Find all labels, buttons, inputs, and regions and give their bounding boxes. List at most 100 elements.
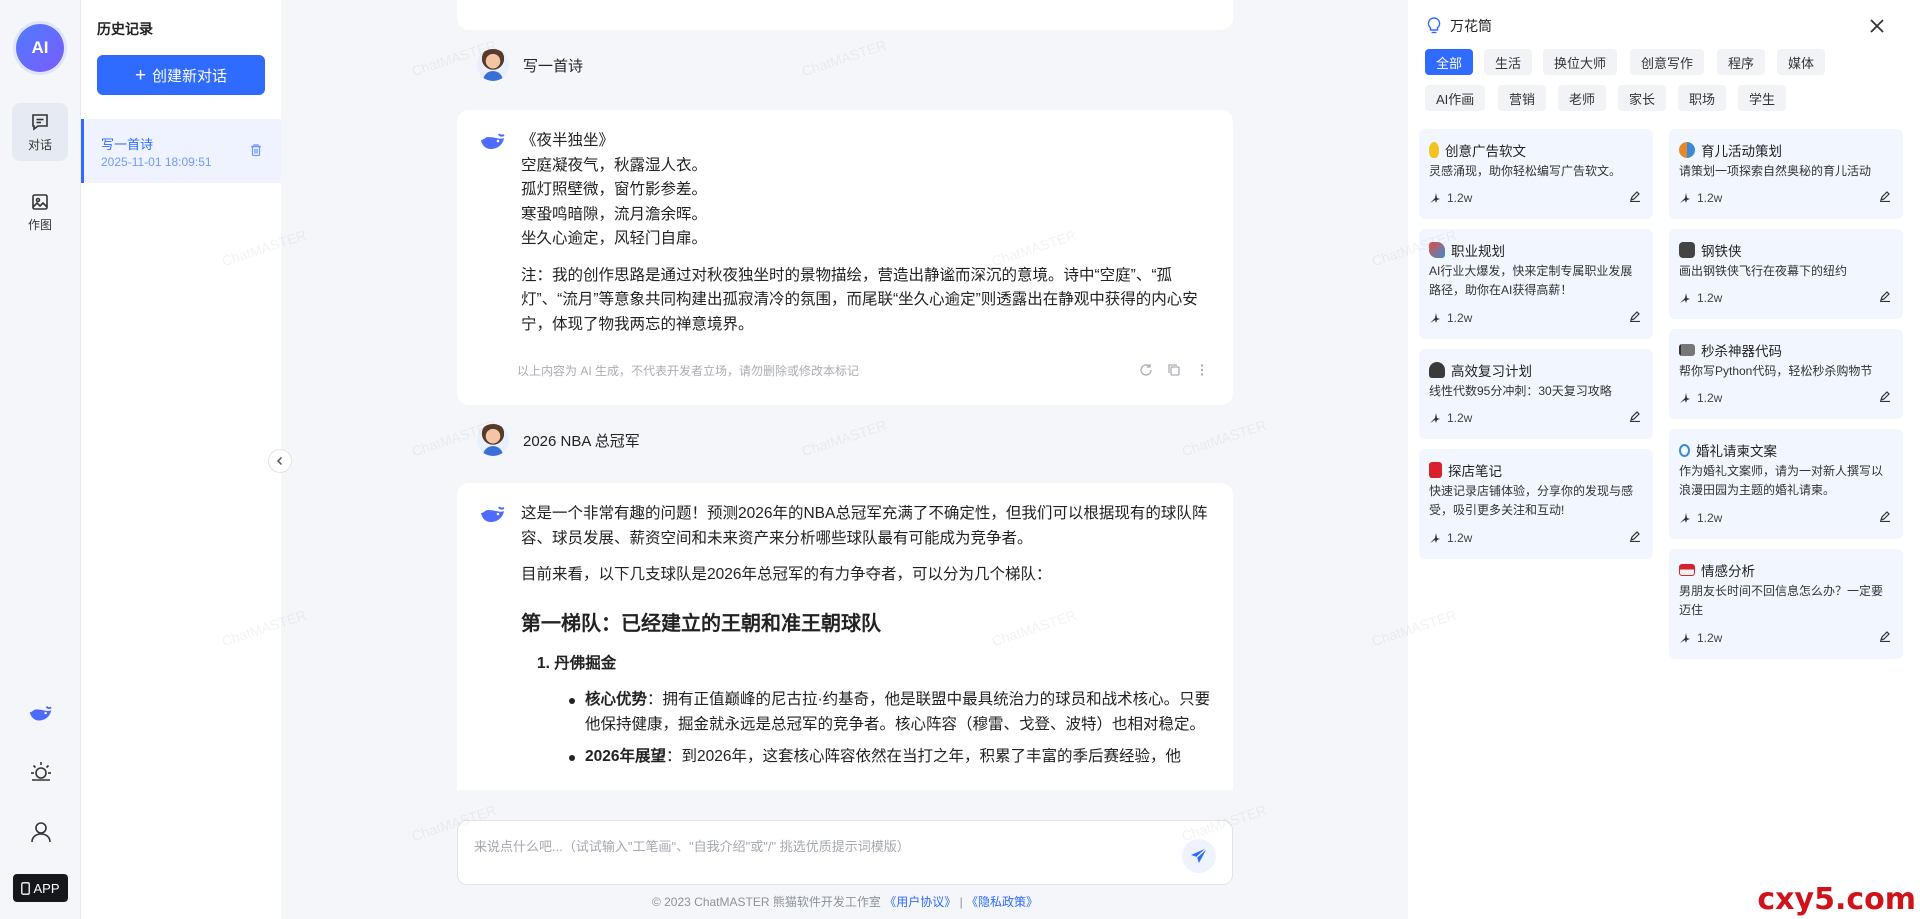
- spark-icon: [1680, 392, 1690, 403]
- prompt-card[interactable]: 高效复习计划 线性代数95分冲刺：30天复习攻略 1.2w: [1419, 349, 1653, 439]
- chat-messages: 写一首诗 《夜半独坐》 空庭凝夜气，秋露湿人衣。 孤灯照壁微，窗竹影参差。 寒蛩…: [457, 0, 1233, 790]
- book-icon: [1429, 462, 1442, 478]
- edit-icon[interactable]: [1879, 510, 1891, 523]
- prompt-card[interactable]: 情感分析 男朋友长时间不回信息怎么办？一定要迈住 1.2w: [1669, 549, 1903, 659]
- bot-message-body: 《夜半独坐》 空庭凝夜气，秋露湿人衣。 孤灯照壁微，窗竹影参差。 寒蛩鸣暗隙，流…: [521, 129, 1213, 349]
- tag-student[interactable]: 学生: [1738, 85, 1787, 111]
- prompt-card[interactable]: 秒杀神器代码 帮你写Python代码，轻松秒杀购物节 1.2w: [1669, 329, 1903, 419]
- bullet-item: 2026年展望：到2026年，这套核心阵容依然在当打之年，积累了丰富的季后赛经验…: [569, 745, 1213, 770]
- chat-input-box: [457, 820, 1233, 885]
- bot-message-body: 这是一个非常有趣的问题！预测2026年的NBA总冠军充满了不确定性，但我们可以根…: [521, 502, 1213, 778]
- bullet-item: 核心优势：拥有正值巅峰的尼古拉·约基奇，他是联盟中最具统治力的球员和战术核心。只…: [569, 688, 1213, 737]
- app-label: APP: [33, 880, 60, 896]
- user-message-text: 写一首诗: [523, 57, 584, 75]
- prompt-card-desc: 帮你写Python代码，轻松秒杀购物节: [1679, 364, 1873, 378]
- history-item[interactable]: 写一首诗 2025-11-01 18:09:51: [81, 119, 281, 183]
- nav-draw[interactable]: 作图: [12, 183, 68, 241]
- poem: 《夜半独坐》 空庭凝夜气，秋露湿人衣。 孤灯照壁微，窗竹影参差。 寒蛩鸣暗隙，流…: [521, 129, 1213, 252]
- answer-intro: 这是一个非常有趣的问题！预测2026年的NBA总冠军充满了不确定性，但我们可以根…: [521, 505, 1208, 547]
- user-message-text: 2026 NBA 总冠军: [523, 432, 640, 450]
- plus-icon: +: [134, 64, 147, 86]
- tag-workplace[interactable]: 职场: [1678, 85, 1727, 111]
- edit-icon[interactable]: [1879, 390, 1891, 403]
- nav-draw-label: 作图: [27, 217, 52, 232]
- prompt-card[interactable]: 职业规划 AI行业大爆发，快来定制专属职业发展路径，助你在AI获得高薪！ 1.2…: [1419, 229, 1653, 339]
- send-button[interactable]: [1182, 839, 1216, 873]
- chevron-left-icon: [276, 456, 283, 466]
- prompt-card[interactable]: 婚礼请柬文案 作为婚礼文案师，请为一对新人撰写以浪漫田园为主题的婚礼请柬。 1.…: [1669, 429, 1903, 539]
- ring-icon: [1679, 443, 1690, 457]
- bulb-icon: [1427, 17, 1441, 34]
- panel-title: 万花筒: [1450, 18, 1492, 34]
- spark-icon: [1680, 512, 1690, 523]
- tag-program[interactable]: 程序: [1717, 49, 1766, 75]
- prompt-card-desc: 男朋友长时间不回信息怎么办？一定要迈住: [1679, 584, 1884, 617]
- use-count: 1.2w: [1697, 290, 1723, 305]
- edit-icon[interactable]: [1879, 190, 1891, 203]
- user-button[interactable]: [24, 815, 58, 849]
- edit-icon[interactable]: [1879, 630, 1891, 643]
- prompt-card[interactable]: 创意广告软文 灵感涌现，助你轻松编写广告软文。 1.2w: [1419, 129, 1653, 219]
- edit-icon[interactable]: [1629, 410, 1641, 423]
- prompt-card-desc: 请策划一项探索自然奥秘的育儿活动: [1679, 164, 1872, 178]
- prompt-card-desc: 灵感涌现，助你轻松编写广告软文。: [1429, 164, 1622, 178]
- collapse-history-button[interactable]: [268, 449, 292, 473]
- poem-line: 孤灯照壁微，窗竹影参差。: [521, 181, 708, 198]
- theme-toggle[interactable]: [24, 755, 58, 789]
- prompt-card-title: 职业规划: [1451, 244, 1505, 259]
- rocket-icon: [1429, 242, 1445, 258]
- poem-note: 注：我的创作思路是通过对秋夜独坐时的景物描绘，营造出静谧而深沉的意境。诗中“空庭…: [521, 266, 1198, 333]
- more-icon[interactable]: [1195, 363, 1209, 377]
- previous-message-card: [457, 0, 1233, 30]
- spark-icon: [1680, 632, 1690, 643]
- copy-icon[interactable]: [1167, 363, 1181, 377]
- edit-icon[interactable]: [1629, 310, 1641, 323]
- tag-ai-drawing[interactable]: AI作画: [1425, 85, 1486, 111]
- prompt-card[interactable]: 探店笔记 快速记录店铺体验，分享你的发现与感受，吸引更多关注和互动! 1.2w: [1419, 449, 1653, 559]
- refresh-icon[interactable]: [1139, 363, 1153, 377]
- privacy-link[interactable]: 《隐私政策》: [966, 895, 1038, 909]
- chat-icon: [32, 113, 48, 131]
- tag-role-master[interactable]: 换位大师: [1543, 49, 1618, 75]
- prompt-card[interactable]: 育儿活动策划 请策划一项探索自然奥秘的育儿活动 1.2w: [1669, 129, 1903, 219]
- use-count: 1.2w: [1697, 390, 1723, 405]
- tag-marketing[interactable]: 营销: [1498, 85, 1547, 111]
- chat-input[interactable]: [474, 835, 1154, 857]
- edit-icon[interactable]: [1629, 190, 1641, 203]
- prompt-card-title: 情感分析: [1701, 564, 1755, 579]
- use-count: 1.2w: [1447, 530, 1473, 545]
- prompt-card[interactable]: 钢铁侠 画出钢铁侠飞行在夜幕下的纽约 1.2w: [1669, 229, 1903, 319]
- trash-icon[interactable]: [249, 143, 263, 157]
- team-title: 1. 丹佛掘金: [537, 654, 617, 672]
- tag-parent[interactable]: 家长: [1618, 85, 1667, 111]
- image-icon: [32, 193, 48, 210]
- tier-heading: 第一梯队：已经建立的王朝和准王朝球队: [521, 612, 881, 635]
- app-download-button[interactable]: APP: [13, 874, 68, 902]
- spark-icon: [1430, 192, 1440, 203]
- nav-chat-label: 对话: [27, 137, 52, 152]
- nav-chat[interactable]: 对话: [12, 103, 68, 161]
- edit-icon[interactable]: [1879, 290, 1891, 303]
- bot-message: 《夜半独坐》 空庭凝夜气，秋露湿人衣。 孤灯照壁微，窗竹影参差。 寒蛩鸣暗隙，流…: [457, 110, 1233, 405]
- close-icon[interactable]: [1868, 17, 1886, 35]
- use-count: 1.2w: [1447, 190, 1473, 205]
- spark-icon: [1430, 412, 1440, 423]
- bot-message: 这是一个非常有趣的问题！预测2026年的NBA总冠军充满了不确定性，但我们可以根…: [457, 483, 1233, 790]
- new-chat-button[interactable]: + 创建新对话: [97, 55, 265, 95]
- tag-teacher[interactable]: 老师: [1558, 85, 1607, 111]
- user-agreement-link[interactable]: 《用户协议》: [884, 895, 956, 909]
- page-footer: © 2023 ChatMASTER 熊猫软件开发工作室 《用户协议》 | 《隐私…: [457, 893, 1233, 910]
- edit-icon[interactable]: [1629, 530, 1641, 543]
- poem-line: 坐久心逾定，风轻门自扉。: [521, 230, 708, 247]
- bullet-label: 2026年展望: [585, 748, 666, 765]
- poem-line: 寒蛩鸣暗隙，流月澹余晖。: [521, 205, 708, 223]
- kaleidoscope-panel: 万花筒 全部 生活 换位大师 创意写作 程序 媒体 AI作画 营销 老师 家长 …: [1408, 0, 1920, 919]
- prompt-card-desc: 画出钢铁侠飞行在夜幕下的纽约: [1679, 264, 1848, 278]
- app-logo: AI: [16, 24, 64, 72]
- whale-button[interactable]: [24, 697, 58, 731]
- sun-moon-icon: [31, 762, 51, 781]
- tag-life[interactable]: 生活: [1484, 49, 1533, 75]
- tag-all[interactable]: 全部: [1425, 49, 1474, 75]
- tag-media[interactable]: 媒体: [1777, 49, 1826, 75]
- tag-creative-writing[interactable]: 创意写作: [1630, 49, 1705, 75]
